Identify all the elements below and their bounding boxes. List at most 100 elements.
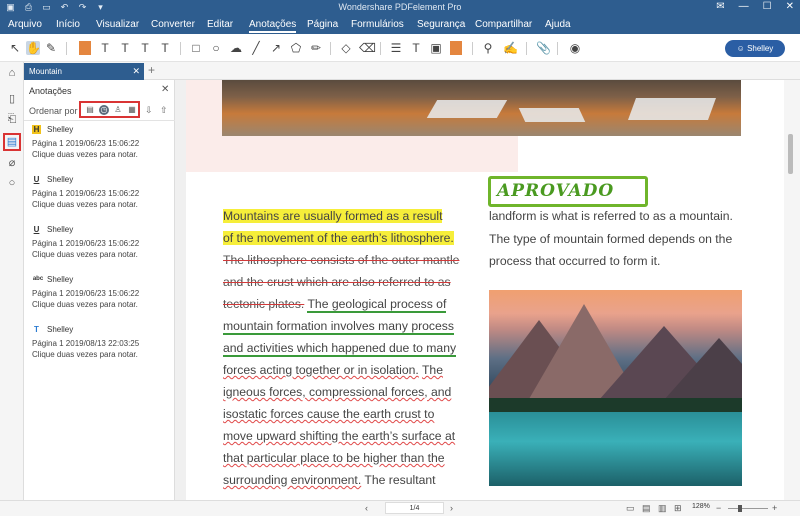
page-total: /4 [413, 505, 420, 512]
previous-page-icon[interactable]: ‹ [365, 503, 368, 513]
user-account-button[interactable]: ☺ Shelley [725, 40, 785, 57]
pencil-icon[interactable]: ✏ [309, 41, 323, 55]
zoom-in-icon[interactable]: + [772, 503, 777, 513]
zoom-slider-knob[interactable] [738, 505, 742, 512]
minimize-button[interactable]: — [739, 1, 749, 12]
menu-ajuda[interactable]: Ajuda [545, 19, 571, 30]
strikethrough-text-icon[interactable]: T [98, 41, 112, 55]
pen-icon[interactable]: ◇ [339, 41, 353, 55]
signature-icon[interactable]: ✍ [503, 41, 518, 55]
arrow-icon[interactable]: ↗ [269, 41, 283, 55]
import-icon[interactable]: ⇩ [145, 105, 153, 116]
squiggly-text[interactable]: that particular place to be higher than … [223, 451, 445, 465]
close-panel-icon[interactable]: ✕ [161, 84, 169, 95]
oval-icon[interactable]: ○ [209, 41, 223, 55]
app-title: Wondershare PDFelement Pro [338, 2, 462, 12]
search-panel-icon[interactable]: ○ [5, 176, 19, 190]
sort-by-page-icon[interactable]: ▤ [85, 105, 95, 115]
squiggly-annotation-icon: abc [32, 276, 44, 282]
home-icon[interactable]: ⌂ [5, 66, 19, 80]
replace-text-icon[interactable]: T [158, 41, 172, 55]
panel-splitter[interactable] [175, 80, 186, 500]
squiggly-text[interactable]: isostatic forces cause the earth crust t… [223, 407, 434, 421]
sort-by-type-icon[interactable]: ▦ [127, 105, 137, 115]
menu-visualizar[interactable]: Visualizar [96, 19, 139, 30]
eraser-icon[interactable]: ⌫ [359, 41, 376, 55]
menu-seguranca[interactable]: Segurança [417, 19, 465, 30]
highlight-annotation-icon: H [32, 125, 41, 134]
highlight-tool-icon[interactable] [79, 41, 91, 55]
fit-page-icon[interactable]: ⊞ [674, 503, 682, 514]
continuous-view-icon[interactable]: ▤ [642, 503, 651, 514]
maximize-button[interactable]: ☐ [763, 1, 772, 12]
underlined-text[interactable]: and activities which happened due to man… [223, 341, 457, 357]
highlighted-text[interactable]: of the movement of the earth’s lithosphe… [223, 231, 454, 245]
two-page-view-icon[interactable]: ▥ [658, 503, 667, 514]
menu-arquivo[interactable]: Arquivo [8, 19, 42, 30]
mail-icon[interactable]: ✉ [716, 1, 724, 12]
underlined-text[interactable]: The geological process of [307, 297, 447, 313]
sticky-note-icon[interactable]: ☰ [389, 41, 403, 55]
menu-formularios[interactable]: Formulários [351, 19, 404, 30]
attachments-icon[interactable]: ⌀ [5, 156, 19, 170]
sort-by-author-icon[interactable]: ♙ [113, 105, 123, 115]
strikethrough-text[interactable]: and the crust which are also referred to… [223, 275, 451, 289]
cloud-icon[interactable]: ☁ [229, 41, 243, 55]
line-icon[interactable]: ╱ [249, 41, 263, 55]
close-tab-icon[interactable]: ✕ [132, 63, 140, 80]
body-text: The resultant [364, 473, 436, 487]
hide-annotations-icon[interactable]: ◉ [568, 41, 582, 55]
approved-stamp[interactable]: APROVADO [488, 176, 648, 207]
bookmarks-icon[interactable]: ⎗ [5, 112, 19, 126]
menu-inicio[interactable]: Início [56, 19, 80, 30]
document-tab[interactable]: Mountain ✕ [24, 63, 144, 80]
menu-pagina[interactable]: Página [307, 19, 338, 30]
area-highlight-icon[interactable] [450, 41, 462, 55]
close-button[interactable]: ✕ [786, 1, 794, 12]
thumbnails-icon[interactable]: ▯ [5, 92, 19, 106]
menu-converter[interactable]: Converter [151, 19, 195, 30]
highlighted-text[interactable]: Mountains are usually formed as a result [223, 209, 443, 223]
underline-annotation-icon: U [33, 225, 40, 234]
edit-annotation-icon[interactable]: ✎ [44, 41, 58, 55]
hand-tool-icon[interactable]: ✋ [26, 41, 41, 55]
squiggly-text[interactable]: surrounding environment. [223, 473, 361, 487]
annotation-author: Shelley [47, 175, 74, 184]
attachment-icon[interactable]: 📎 [536, 41, 551, 55]
new-tab-button[interactable]: + [148, 63, 155, 77]
toolbar-separator [472, 42, 473, 55]
single-page-view-icon[interactable]: ▭ [626, 503, 635, 514]
squiggly-text[interactable]: move upward shifting the earth’s surface… [223, 429, 455, 443]
polygon-icon[interactable]: ⬠ [289, 41, 303, 55]
menu-anotacoes[interactable]: Anotações [249, 19, 297, 33]
strikethrough-text[interactable]: tectonic plates. [223, 297, 304, 311]
next-page-icon[interactable]: › [450, 503, 453, 513]
annotation-page-date: Página 1 2019/06/23 15:06:22 [32, 139, 140, 148]
callout-icon[interactable]: ▣ [429, 41, 443, 55]
text-line: isostatic forces cause the earth crust t… [223, 407, 434, 421]
export-icon[interactable]: ⇧ [160, 105, 168, 116]
menu-editar[interactable]: Editar [207, 19, 233, 30]
underline-text-icon[interactable]: T [118, 41, 132, 55]
annotation-author: Shelley [47, 225, 74, 234]
sort-by-time-icon[interactable]: ◷ [99, 105, 109, 115]
squiggly-text-icon[interactable]: T [138, 41, 152, 55]
text-box-icon[interactable]: T [409, 41, 423, 55]
comments-icon[interactable]: ▤ [3, 133, 21, 151]
squiggly-text[interactable]: forces acting together or in isolation. [223, 363, 419, 377]
text-line: of the movement of the earth’s lithosphe… [223, 231, 454, 245]
underlined-text[interactable]: mountain formation involves many process [223, 319, 454, 335]
rectangle-icon[interactable]: □ [189, 41, 203, 55]
zoom-level[interactable]: 128% [692, 503, 710, 510]
strikethrough-text[interactable]: The lithosphere consists of the outer ma… [223, 253, 459, 267]
zoom-out-icon[interactable]: − [716, 503, 721, 513]
select-tool-icon[interactable]: ↖ [8, 41, 22, 55]
scrollbar-thumb[interactable] [788, 134, 793, 174]
toolbar-separator [526, 42, 527, 55]
squiggly-text[interactable]: The [422, 363, 443, 377]
squiggly-text[interactable]: igneous forces, compressional forces, an… [223, 385, 451, 399]
menu-compartilhar[interactable]: Compartilhar [475, 19, 532, 30]
stamp-icon[interactable]: ⚲ [481, 41, 495, 55]
zoom-slider[interactable] [728, 508, 768, 509]
page-indicator[interactable]: 1/4 [385, 502, 444, 514]
